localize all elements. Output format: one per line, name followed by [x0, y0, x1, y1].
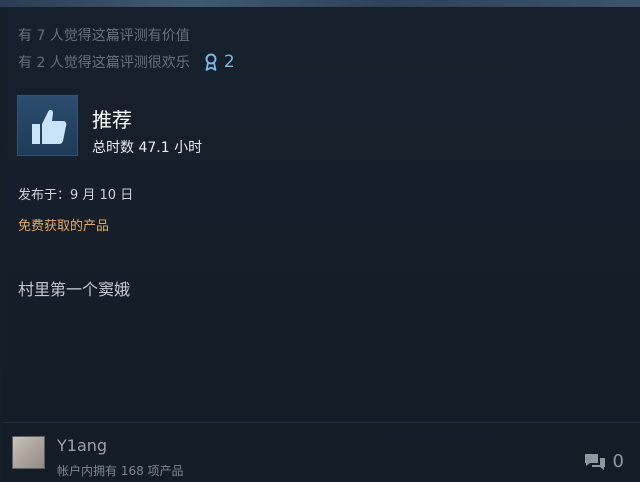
thumbs-up-icon [31, 109, 66, 144]
award-ribbon-icon [205, 53, 217, 71]
thumbs-up-badge [17, 95, 78, 156]
author-name[interactable]: Y1ang [57, 436, 107, 455]
avatar[interactable] [12, 436, 45, 469]
review-body: 村里第一个窦娥 [18, 280, 131, 299]
posted-date: 发布于：9 月 10 日 [18, 188, 134, 203]
award-badge[interactable]: 2 [204, 52, 235, 72]
funny-count-row: 有 2 人觉得这篇评测很欢乐 2 [18, 52, 235, 72]
top-banner-strip [0, 0, 640, 7]
comments-button[interactable]: 0 [583, 451, 624, 472]
review-card: 有 7 人觉得这篇评测有价值 有 2 人觉得这篇评测很欢乐 2 推荐 总时数 4… [3, 7, 640, 482]
footer-divider [3, 422, 640, 423]
playtime-hours: 总时数 47.1 小时 [92, 140, 203, 156]
free-product-label: 免费获取的产品 [18, 219, 110, 234]
helpful-count-text: 有 7 人觉得这篇评测有价值 [18, 28, 190, 44]
funny-count-text: 有 2 人觉得这篇评测很欢乐 [18, 55, 190, 71]
comment-bubble-icon [584, 453, 605, 470]
products-owned: 帐户内拥有 168 项产品 [57, 464, 184, 478]
award-count: 2 [223, 52, 235, 72]
recommendation-title: 推荐 [92, 108, 132, 132]
comment-count: 0 [612, 451, 624, 472]
